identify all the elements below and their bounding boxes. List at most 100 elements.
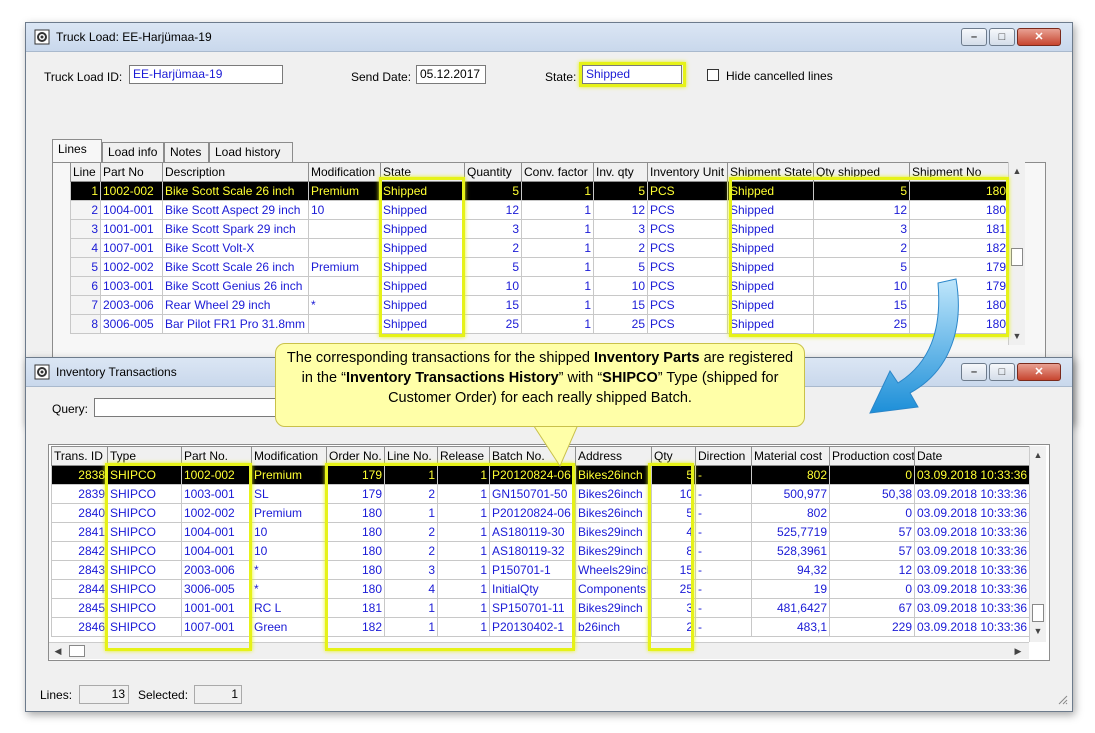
scroll-right-icon[interactable]: ▶ [1011, 644, 1025, 658]
col-type[interactable]: Type [107, 446, 182, 466]
col-inv-qty[interactable]: Inv. qty [593, 162, 648, 182]
inv-cell[interactable]: 4 [384, 579, 438, 599]
truck-cell[interactable]: Bar Pilot FR1 Pro 31.8mm 7 [162, 314, 309, 334]
inv-cell[interactable]: 03.09.2018 10:33:36 [914, 579, 1030, 599]
inv-cell[interactable]: 03.09.2018 10:33:36 [914, 522, 1030, 542]
inv-cell[interactable]: P20120824-06 [489, 503, 576, 523]
truck-cell[interactable]: 2 [593, 238, 648, 258]
inv-cell[interactable]: Bikes29inch [575, 541, 652, 561]
truck-cell[interactable]: 1 [521, 276, 594, 296]
truck-cell[interactable]: 179 [909, 257, 1009, 277]
inv-cell[interactable]: 0 [829, 503, 915, 523]
inv-transaction-row[interactable]: 2842 SHIPCO 1004-001 10 180 2 1 AS180119-32 Bike… [51, 541, 1030, 561]
inv-cell[interactable]: 0 [829, 579, 915, 599]
maximize-button[interactable]: □ [989, 363, 1015, 381]
truck-cell[interactable]: 6 [70, 276, 101, 296]
inv-cell[interactable]: 481,6427 [751, 598, 830, 618]
truck-cell[interactable]: Bike Scott Genius 26 inch [162, 276, 309, 296]
inv-cell[interactable]: Components [575, 579, 652, 599]
truck-cell[interactable]: 15 [593, 295, 648, 315]
truck-cell[interactable]: 1 [70, 181, 101, 201]
inv-cell[interactable]: 180 [326, 560, 385, 580]
truck-cell[interactable]: Shipped [727, 219, 814, 239]
inv-cell[interactable]: 2003-006 [181, 560, 252, 580]
truck-cell[interactable]: 2 [813, 238, 910, 258]
truck-cell[interactable]: 3006-005 [100, 314, 163, 334]
truck-cell[interactable]: PCS [647, 314, 728, 334]
inv-cell[interactable]: 1007-001 [181, 617, 252, 637]
truck-cell[interactable] [308, 219, 381, 239]
inv-cell[interactable]: 2839 [51, 484, 108, 504]
col-inventory-unit[interactable]: Inventory Unit [647, 162, 728, 182]
inv-cell[interactable]: 3 [651, 598, 696, 618]
hscroll-thumb[interactable] [69, 645, 85, 657]
truck-cell[interactable]: 182 [909, 238, 1009, 258]
inv-cell[interactable]: 5 [651, 465, 696, 485]
inv-cell[interactable]: 25 [651, 579, 696, 599]
inv-cell[interactable]: SL [251, 484, 327, 504]
inv-cell[interactable]: * [251, 560, 327, 580]
truck-cell[interactable]: Bike Scott Aspect 29 inch [162, 200, 309, 220]
inv-cell[interactable]: AS180119-32 [489, 541, 576, 561]
inv-cell[interactable]: 528,3961 [751, 541, 830, 561]
truck-cell[interactable]: 12 [464, 200, 522, 220]
truck-cell[interactable]: 5 [464, 181, 522, 201]
col-order-no[interactable]: Order No. [326, 446, 385, 466]
inv-cell[interactable]: 1003-001 [181, 484, 252, 504]
inv-cell[interactable]: 182 [326, 617, 385, 637]
truck-cell[interactable]: 2003-006 [100, 295, 163, 315]
col-state[interactable]: State [380, 162, 465, 182]
col-modification[interactable]: Modification [308, 162, 381, 182]
inv-cell[interactable]: 03.09.2018 10:33:36 [914, 541, 1030, 561]
inv-cell[interactable]: Bikes26inch [575, 503, 652, 523]
inv-cell[interactable]: Bikes29inch [575, 598, 652, 618]
truck-cell[interactable]: Bike Scott Spark 29 inch [162, 219, 309, 239]
inv-cell[interactable]: P150701-1 [489, 560, 576, 580]
inv-cell[interactable]: 229 [829, 617, 915, 637]
truck-cell[interactable]: Bike Scott Scale 26 inch [162, 257, 309, 277]
inv-cell[interactable]: 2843 [51, 560, 108, 580]
truck-cell[interactable]: 1 [521, 238, 594, 258]
close-button[interactable]: ✕ [1017, 363, 1061, 381]
inv-cell[interactable]: 19 [751, 579, 830, 599]
truck-cell[interactable]: PCS [647, 181, 728, 201]
inv-cell[interactable]: 0 [829, 465, 915, 485]
inv-cell[interactable]: Green [251, 617, 327, 637]
truck-cell[interactable]: PCS [647, 200, 728, 220]
truck-line-row[interactable]: 3 1001-001 Bike Scott Spark 29 inch Shipped… [70, 219, 1009, 239]
truck-cell[interactable]: 5 [593, 181, 648, 201]
inv-cell[interactable]: 1001-001 [181, 598, 252, 618]
inv-cell[interactable]: SHIPCO [107, 484, 182, 504]
scroll-thumb[interactable] [1032, 604, 1044, 622]
truck-line-row[interactable]: 4 1007-001 Bike Scott Volt-X Shipped 2 1 2 PCS S… [70, 238, 1009, 258]
col-release[interactable]: Release [437, 446, 490, 466]
col-qty-shipped[interactable]: Qty shipped [813, 162, 910, 182]
truck-cell[interactable]: 1 [521, 200, 594, 220]
truck-cell[interactable]: * [308, 295, 381, 315]
truck-cell[interactable]: 1 [521, 219, 594, 239]
inv-cell[interactable]: - [695, 617, 752, 637]
inv-cell[interactable]: SHIPCO [107, 522, 182, 542]
col-description[interactable]: Description [162, 162, 309, 182]
inv-cell[interactable]: 57 [829, 522, 915, 542]
hide-cancelled-checkbox[interactable] [707, 69, 719, 81]
inv-cell[interactable]: 1 [437, 503, 490, 523]
truck-cell[interactable]: 2 [464, 238, 522, 258]
inv-cell[interactable]: 1 [437, 522, 490, 542]
inv-cell[interactable]: 2840 [51, 503, 108, 523]
truck-cell[interactable]: PCS [647, 295, 728, 315]
inv-cell[interactable]: 1 [437, 484, 490, 504]
inv-cell[interactable]: 3 [384, 560, 438, 580]
inv-cell[interactable]: 2845 [51, 598, 108, 618]
truck-cell[interactable]: 1003-001 [100, 276, 163, 296]
truck-cell[interactable]: Premium [308, 257, 381, 277]
truck-cell[interactable]: 1 [521, 295, 594, 315]
truck-cell[interactable]: 180 [909, 200, 1009, 220]
truck-cell[interactable]: Shipped [380, 276, 465, 296]
col-part-no[interactable]: Part No. [181, 446, 252, 466]
inv-cell[interactable]: - [695, 579, 752, 599]
col-modification[interactable]: Modification [251, 446, 327, 466]
col-conv-factor[interactable]: Conv. factor [521, 162, 594, 182]
inv-cell[interactable]: SHIPCO [107, 465, 182, 485]
tab-load-info[interactable]: Load info [102, 142, 164, 162]
